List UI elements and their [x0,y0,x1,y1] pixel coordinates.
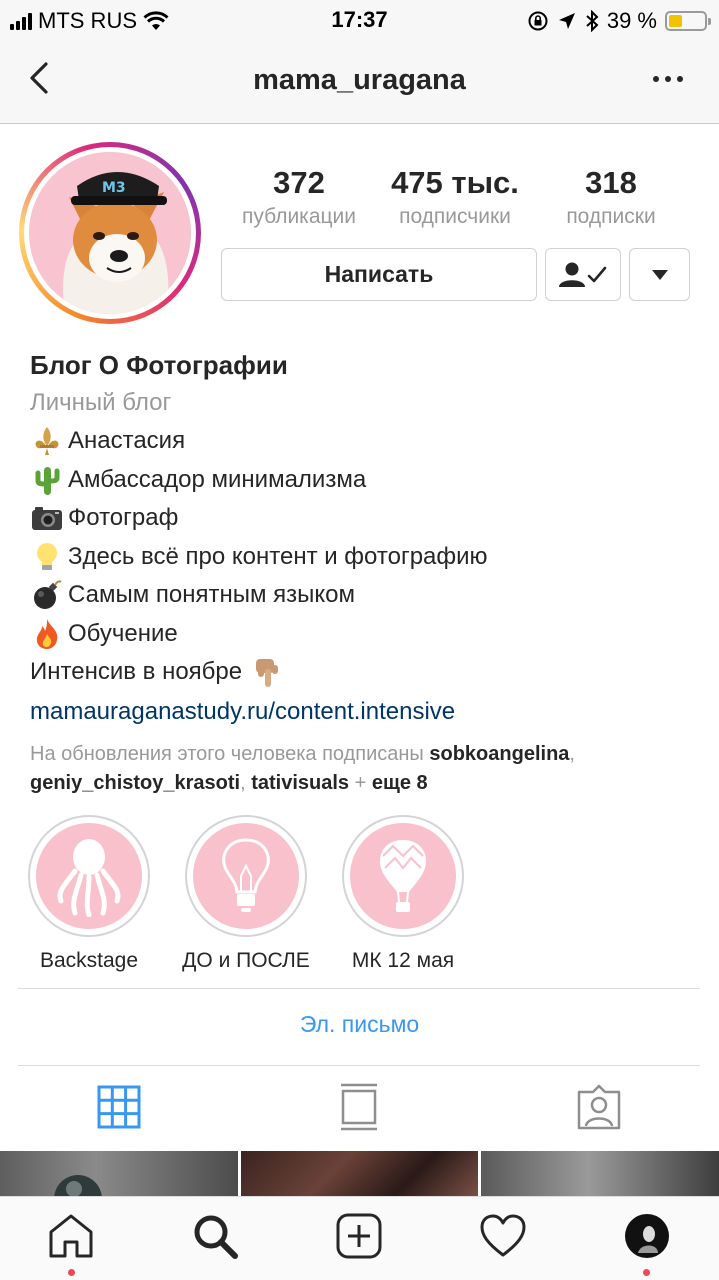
bio-line-text: Анастасия [68,427,186,454]
pointing-down-hand-icon [256,659,279,688]
bio-line-text: Амбассадор минимализма [68,465,367,493]
tab-grid[interactable] [94,1082,144,1132]
profile-notification-dot [643,1269,650,1276]
divider [18,1065,700,1066]
bio-line: Фотограф [30,499,710,538]
followed-by-more[interactable]: еще 8 [372,772,428,794]
bio-line-text: Здесь всё про контент и фотографию [68,542,488,570]
light-bulb-icon [37,542,57,570]
grid-icon [97,1085,141,1129]
followed-by-plus: + [354,771,367,794]
search-icon [194,1215,238,1259]
bluetooth-icon [586,10,599,32]
stat-followers[interactable]: 475 тыс. подписчики [380,165,530,229]
bio-website-link[interactable]: mamauraganastudy.ru/content.intensive [30,692,710,732]
followed-by-prefix: На обновления этого человека подписаны [30,742,424,765]
home-icon [49,1214,93,1258]
followed-by-user[interactable]: tativisuals [251,772,349,794]
grid-post-thumbnail[interactable] [481,1151,719,1196]
profile-name: Блог О Фотографии [30,350,288,380]
following-label: подписки [566,205,656,228]
following-button[interactable] [545,248,621,301]
grid-post-thumbnail[interactable] [0,1151,238,1223]
octopus-icon [57,839,121,917]
bio-line: Самым понятным языком [30,576,710,615]
avatar: M3 [29,152,191,314]
stat-following[interactable]: 318 подписки [548,165,674,229]
bio-line: Амбассадор минимализма [30,461,710,500]
battery-icon [665,11,711,31]
tagged-person-icon [577,1084,621,1130]
message-button[interactable]: Написать [221,248,537,301]
feed-icon [341,1083,377,1131]
bomb-icon [34,580,62,610]
bio-line-text: Интенсив в ноябре [30,658,243,685]
nav-search[interactable] [190,1211,240,1261]
bottom-navigation [0,1196,719,1280]
followers-count: 475 тыс. [391,165,519,200]
story-highlight[interactable]: МК 12 мая [342,815,464,973]
followed-by-user[interactable]: geniy_chistoy_krasoti [30,772,240,794]
bio-section: Блог О Фотографии Личный блог Анастасия … [30,346,710,798]
bio-line-text: Фотограф [68,504,179,531]
profile-header: mama_uragana [0,42,719,124]
followers-label: подписчики [399,205,511,228]
cactus-icon [35,466,60,495]
email-button[interactable]: Эл. письмо [0,1011,719,1038]
plus-square-icon [336,1213,382,1259]
highlight-label: ДО и ПОСЛЕ [182,949,310,972]
page-title: mama_uragana [253,64,466,96]
grid-post-thumbnail[interactable] [241,1151,478,1196]
highlight-label: МК 12 мая [351,949,455,972]
bio-line: Интенсив в ноябре [30,653,710,692]
person-check-icon [559,262,607,287]
dog-avatar-image: M3 [29,152,191,314]
nav-profile[interactable] [622,1211,672,1261]
avatar-story-ring[interactable]: M3 [19,142,201,324]
camera-icon [32,507,62,531]
fire-icon [36,618,58,649]
bio-line: Здесь всё про контент и фотографию [30,538,710,577]
divider [18,988,700,989]
highlight-label: Backstage [39,949,139,972]
more-options-icon[interactable] [653,76,683,82]
profile-category: Личный блог [30,389,172,416]
followed-by-text[interactable]: На обновления этого человека подписаны s… [30,740,710,798]
hot-air-balloon-icon [379,840,427,912]
tab-tagged[interactable] [574,1082,624,1132]
posts-count: 372 [273,165,325,200]
svg-text:M3: M3 [102,180,126,196]
home-notification-dot [68,1269,75,1276]
battery-fill [669,15,683,27]
followed-by-user[interactable]: sobkoangelina [429,743,569,765]
status-right: 39 % [527,8,711,34]
bio-line-text: Обучение [68,619,178,647]
lightbulb-icon [222,838,270,912]
heart-icon [480,1214,526,1257]
bio-line-text: Самым понятным языком [68,581,355,608]
post-image [54,1175,102,1223]
bio-line: Обучение [30,615,710,654]
caret-down-icon [651,269,668,280]
story-highlight[interactable]: ДО и ПОСЛЕ [182,815,310,973]
bio-line: Анастасия [30,422,710,461]
nav-home[interactable] [46,1211,96,1261]
stat-posts[interactable]: 372 публикации [226,165,372,229]
profile-avatar-icon [625,1214,669,1258]
location-arrow-icon [558,13,575,29]
suggested-dropdown-button[interactable] [629,248,690,301]
rotation-lock-icon [528,11,548,31]
tab-feed[interactable] [334,1082,384,1132]
nav-new-post[interactable] [334,1211,384,1261]
posts-label: публикации [242,205,356,228]
story-highlight[interactable]: Backstage [28,815,150,973]
battery-percent: 39 % [606,8,657,33]
nav-activity[interactable] [478,1211,528,1261]
fleur-de-lis-icon [35,427,59,456]
following-count: 318 [585,165,637,200]
status-bar: MTS RUS 17:37 39 % [0,0,719,42]
